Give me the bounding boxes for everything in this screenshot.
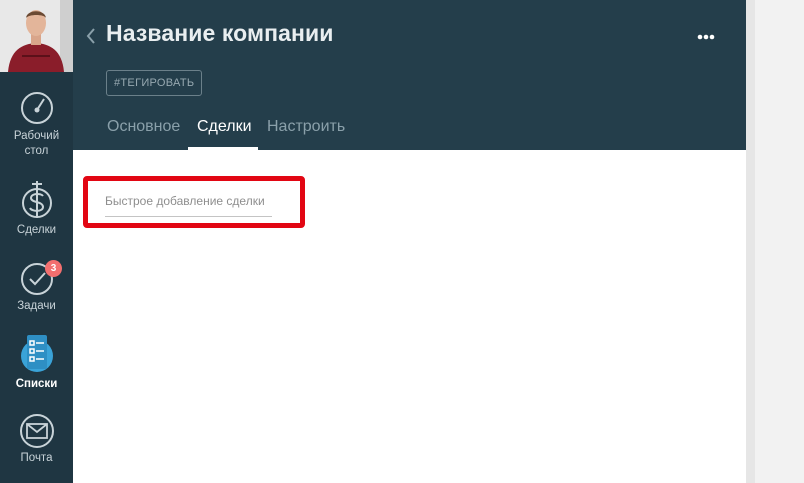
entity-header: Название компании #ТЕГИРОВАТЬ Основное С… (73, 0, 746, 150)
quick-add-deal (93, 186, 297, 218)
sidebar-item-label: Списки (15, 378, 58, 390)
dashboard-gauge-icon (20, 92, 53, 124)
sidebar-item-label: Задачи (17, 300, 56, 312)
side-panel-edge (746, 0, 755, 483)
sidebar-item-lists[interactable]: Списки (0, 334, 73, 392)
tab-settings[interactable]: Настроить (267, 118, 345, 150)
tasks-count-badge: 3 (45, 260, 62, 277)
sidebar-item-mail[interactable]: Почта (0, 414, 73, 466)
sidebar-item-dashboard[interactable]: Рабочий стол (0, 90, 73, 159)
sidebar-item-label: Сделки (16, 224, 57, 236)
list-icon (20, 335, 53, 372)
quick-add-deal-input[interactable] (105, 186, 272, 217)
sidebar: Рабочий стол Сделки 3 Задачи Списки Почт… (0, 0, 73, 483)
tag-button[interactable]: #ТЕГИРОВАТЬ (106, 70, 203, 96)
sidebar-item-tasks[interactable]: 3 Задачи (0, 260, 73, 314)
chevron-left-icon[interactable] (85, 26, 97, 51)
page-title[interactable]: Название компании (106, 20, 333, 47)
sidebar-item-label: Рабочий стол (13, 130, 60, 157)
more-dots-icon[interactable] (697, 27, 715, 45)
dollar-icon (21, 181, 52, 218)
sidebar-item-deals[interactable]: Сделки (0, 180, 73, 238)
user-avatar[interactable] (0, 0, 73, 72)
tab-main[interactable]: Основное (107, 118, 180, 150)
tab-deals[interactable]: Сделки (197, 118, 252, 150)
mail-icon (19, 414, 54, 448)
sidebar-item-label: Почта (20, 452, 53, 464)
